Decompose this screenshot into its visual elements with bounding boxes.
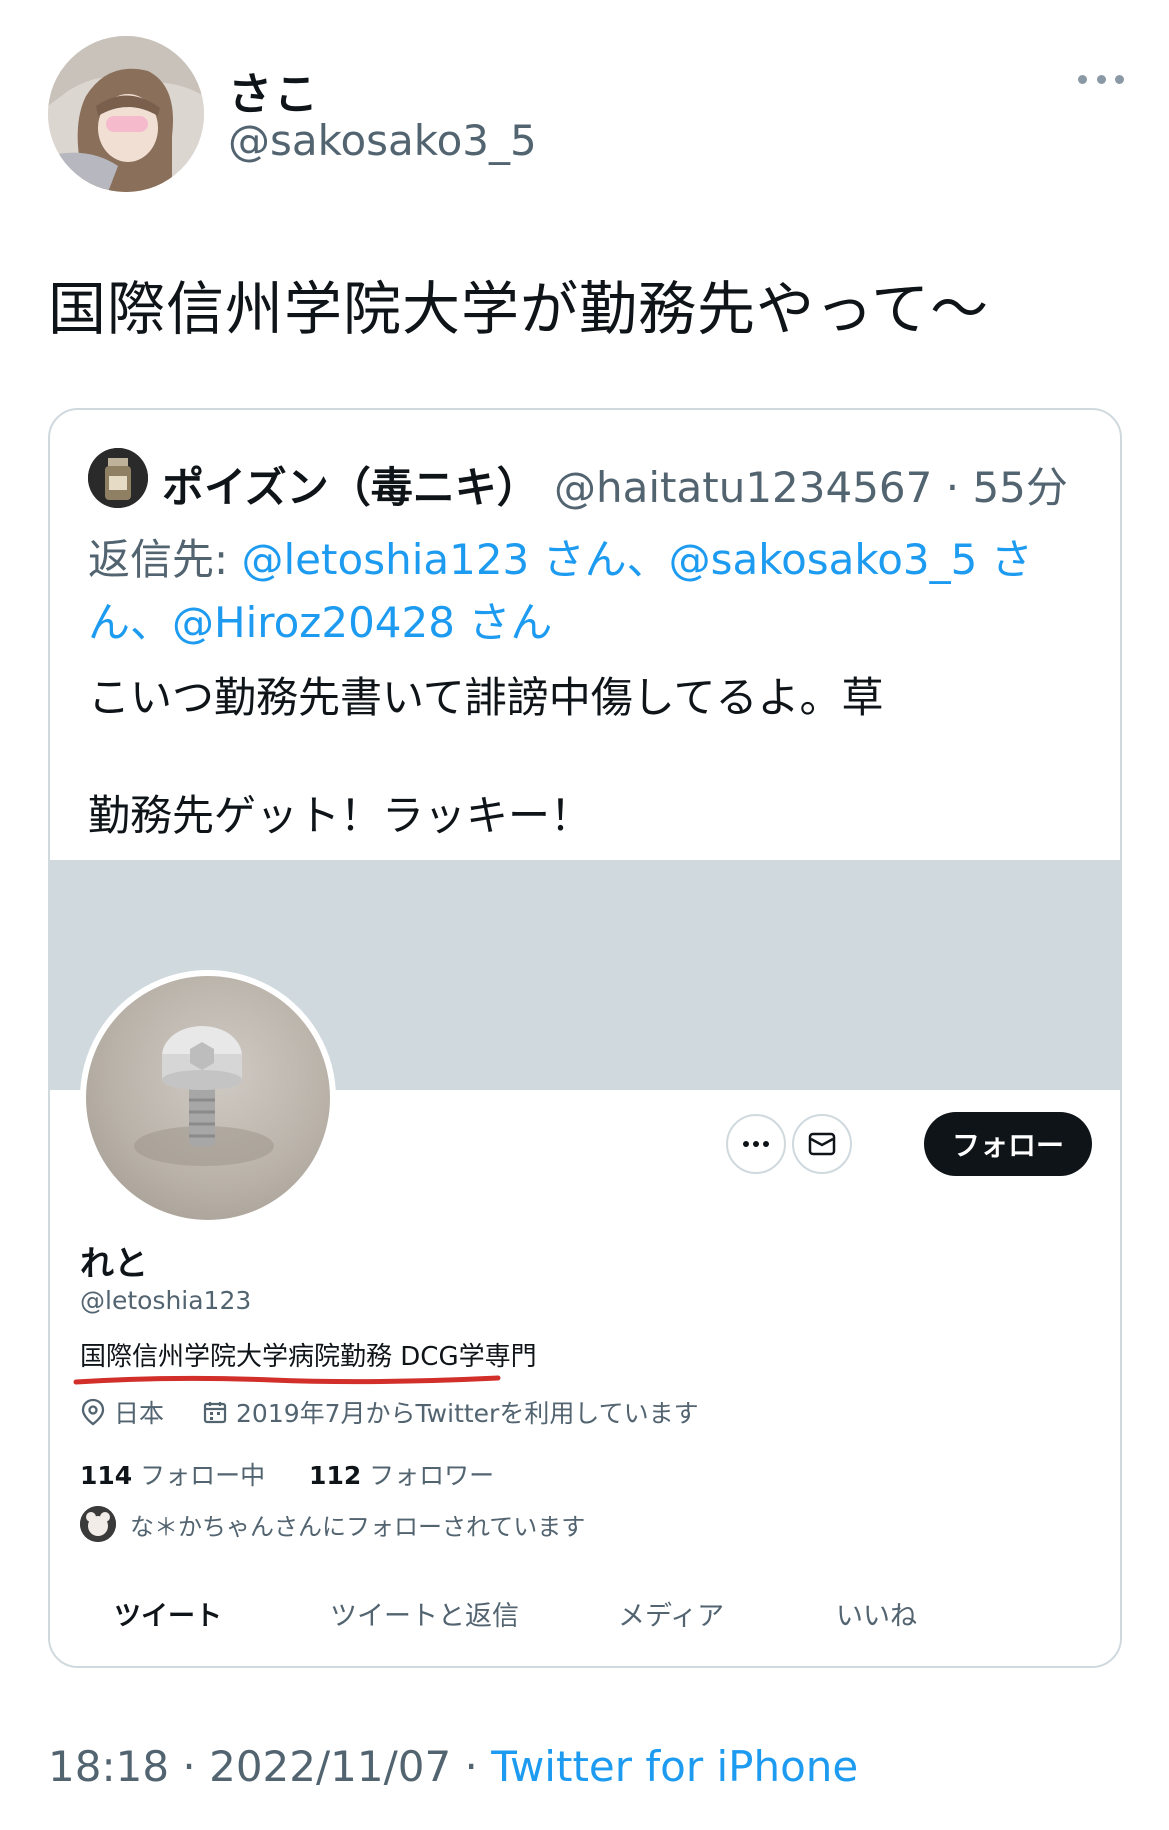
- mention-letoshia123[interactable]: @letoshia123: [242, 535, 530, 584]
- tweet-text: 国際信州学院大学が勤務先やって〜: [48, 275, 990, 343]
- followers-label: フォロワー: [361, 1461, 495, 1490]
- tab-likes[interactable]: いいね: [836, 1594, 917, 1633]
- profile-avatar: [80, 970, 336, 1226]
- separator-dot: ·: [451, 1742, 492, 1791]
- profile-meta: 日本 2019年7月からTwitterを利用しています: [80, 1394, 699, 1430]
- more-horizontal-icon: [743, 1141, 769, 1147]
- profile-joined: 2019年7月からTwitterを利用しています: [236, 1399, 699, 1428]
- message-button[interactable]: [792, 1114, 852, 1174]
- profile-location: 日本: [114, 1399, 165, 1428]
- profile-bio: 国際信州学院大学病院勤務 DCG学専門: [80, 1342, 537, 1372]
- more-options-icon[interactable]: [1078, 64, 1124, 94]
- followers-stat[interactable]: 112 フォロワー: [309, 1461, 494, 1490]
- quoted-handle-and-time: @haitatu1234567 · 55分: [554, 454, 1068, 515]
- separator-dot: ·: [169, 1742, 210, 1791]
- tab-media[interactable]: メディア: [618, 1594, 724, 1633]
- followed-by-text: な＊かちゃんさんにフォローされています: [130, 1512, 586, 1541]
- tweet-date[interactable]: 2022/11/07: [209, 1742, 451, 1791]
- profile-name: れと: [80, 1244, 148, 1284]
- profile-handle: @letoshia123: [80, 1286, 252, 1315]
- profile-stats: 114 フォロー中 112 フォロワー: [80, 1456, 494, 1492]
- quoted-age: 55分: [972, 463, 1068, 512]
- quoted-text-line-1: こいつ勤務先書いて誹謗中傷してるよ。草: [88, 673, 884, 722]
- reply-to-line: 返信先: @letoshia123 さん、@sakosako3_5 さん、@Hi…: [88, 528, 1088, 654]
- tweet-source-link[interactable]: Twitter for iPhone: [491, 1742, 858, 1791]
- follow-button[interactable]: フォロー: [924, 1112, 1092, 1176]
- mention-sakosako3-5[interactable]: @sakosako3_5: [669, 535, 978, 584]
- following-label: フォロー中: [132, 1461, 266, 1490]
- quoted-text-line-2: 勤務先ゲット！ラッキー！: [88, 791, 593, 840]
- author-handle[interactable]: @sakosako3_5: [228, 116, 537, 165]
- author-display-name[interactable]: さこ: [228, 58, 320, 122]
- quoted-author-avatar[interactable]: [88, 448, 148, 508]
- attached-profile-screenshot[interactable]: フォロー れと @letoshia123 国際信州学院大学病院勤務 DCG学専門…: [50, 860, 1120, 1666]
- mention-suffix: さん、: [529, 535, 669, 584]
- profile-more-button[interactable]: [726, 1114, 786, 1174]
- followers-count: 112: [309, 1461, 362, 1490]
- separator-dot: ·: [932, 463, 973, 512]
- tweet-time[interactable]: 18:18: [48, 1742, 169, 1791]
- followed-by-line: な＊かちゃんさんにフォローされています: [80, 1506, 585, 1542]
- quoted-handle[interactable]: @haitatu1234567: [554, 463, 932, 512]
- tab-tweets[interactable]: ツイート: [114, 1594, 222, 1633]
- location-pin-icon: [81, 1398, 105, 1426]
- red-underline-annotation: [73, 1375, 501, 1385]
- mention-hiroz20428[interactable]: @Hiroz20428: [172, 598, 455, 647]
- follower-avatar: [80, 1506, 116, 1542]
- quoted-display-name[interactable]: ポイズン（毒ニキ）: [162, 454, 539, 515]
- reply-prefix: 返信先:: [88, 535, 242, 584]
- mention-suffix: さん: [454, 598, 553, 647]
- quoted-tweet-card[interactable]: ポイズン（毒ニキ） @haitatu1234567 · 55分 返信先: @le…: [48, 408, 1122, 1668]
- envelope-icon: [808, 1132, 836, 1156]
- author-avatar[interactable]: [48, 36, 204, 192]
- calendar-icon: [203, 1402, 227, 1424]
- tab-tweets-and-replies[interactable]: ツイートと返信: [330, 1594, 519, 1633]
- following-count: 114: [80, 1461, 133, 1490]
- profile-tabs: ツイート ツイートと返信 メディア いいね: [50, 1582, 1120, 1652]
- tweet-timestamp-line: 18:18 · 2022/11/07 · Twitter for iPhone: [48, 1742, 858, 1791]
- following-stat[interactable]: 114 フォロー中: [80, 1461, 265, 1490]
